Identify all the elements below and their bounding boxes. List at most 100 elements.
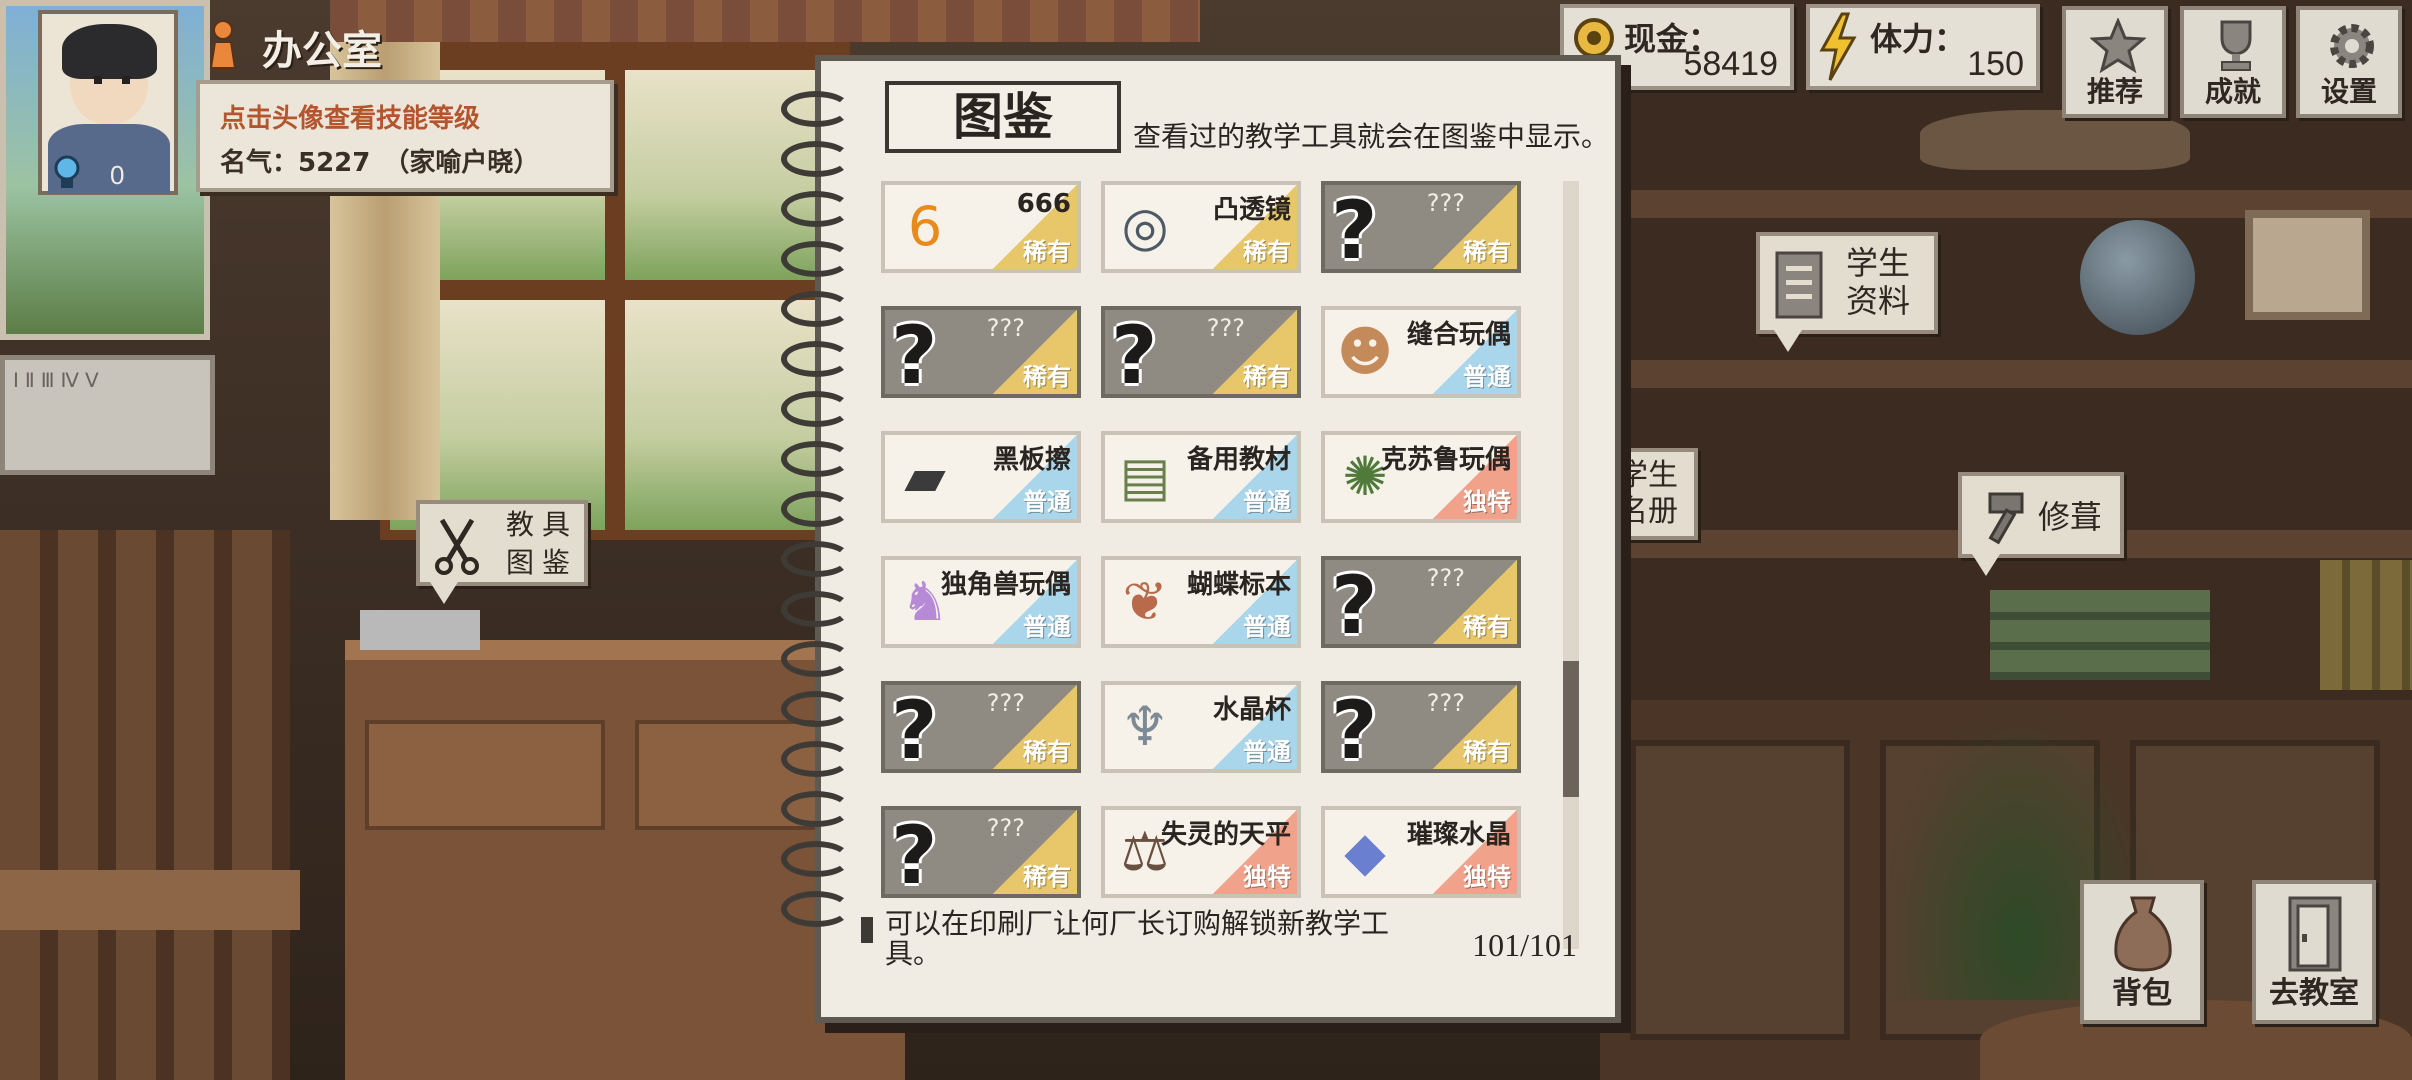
catalog-item-name: 缝合玩偶 <box>1406 320 1511 350</box>
spiral-ring <box>781 191 851 227</box>
repair-label: 修葺 <box>2038 498 2103 536</box>
catalog-item[interactable]: ♆ 水晶杯 普通 <box>1101 681 1301 773</box>
student-info-label: 学生 资料 <box>1846 244 1911 320</box>
fame-text: 名气：5227 （家喻户晓） <box>220 148 540 178</box>
catalog-item[interactable]: ???? 稀有 <box>1321 556 1521 652</box>
catalog-scroll-thumb[interactable] <box>1563 661 1579 797</box>
catalog-item-name: 失灵的天平 <box>1160 820 1291 850</box>
catalog-item[interactable]: ▰ 黑板擦 普通 <box>881 431 1081 523</box>
student-info-bubble[interactable]: 学生 资料 <box>1756 232 1938 334</box>
lens-icon: ◎ <box>1121 195 1169 258</box>
catalog-item[interactable]: ???? 稀有 <box>881 806 1081 902</box>
catalog-item-rarity: 普通 <box>1243 738 1291 766</box>
question-icon: ? <box>891 809 938 902</box>
catalog-item[interactable]: ☻ 缝合玩偶 普通 <box>1321 306 1521 398</box>
crystal-icon: ◆ <box>1344 820 1386 883</box>
backpack-button[interactable]: 背包 <box>2080 880 2204 1024</box>
catalog-item-name: ??? <box>1426 189 1465 217</box>
goblet-icon: ♆ <box>1120 695 1170 758</box>
catalog-item[interactable]: ⚖ 失灵的天平 独特 <box>1101 806 1301 898</box>
catalog-item-rarity: 独特 <box>1463 488 1511 516</box>
catalog-subtitle: 查看过的教学工具就会在图鉴中显示。 <box>1133 120 1610 153</box>
go-classroom-label: 去教室 <box>2269 976 2359 1011</box>
catalog-item[interactable]: ▤ 备用教材 普通 <box>1101 431 1301 523</box>
spiral-ring <box>781 341 851 377</box>
catalog-count: 101/101 <box>1472 927 1577 963</box>
catalog-item-name: 备用教材 <box>1186 445 1291 475</box>
catalog-item-name: ??? <box>1426 689 1465 717</box>
tool-catalog-label-1: 教具 <box>506 508 579 541</box>
catalog-notebook: 图鉴 查看过的教学工具就会在图鉴中显示。 6 666 稀有 ◎ 凸透镜 稀有???? 稀有?… <box>781 55 1621 1023</box>
trophy-icon <box>2220 20 2252 71</box>
catalog-item-rarity: 稀有 <box>1023 738 1071 766</box>
eraser-icon: ▰ <box>904 445 946 508</box>
catalog-item-rarity: 普通 <box>1243 488 1291 516</box>
catalog-item-name: ??? <box>1426 564 1465 592</box>
catalog-item[interactable]: 6 666 稀有 <box>881 181 1081 273</box>
catalog-item[interactable]: ◆ 璀璨水晶 独特 <box>1321 806 1521 898</box>
catalog-item[interactable]: ???? 稀有 <box>1321 681 1521 777</box>
catalog-item[interactable]: ???? 稀有 <box>881 306 1081 402</box>
stamina-value: 150 <box>1967 45 2024 83</box>
stamina-label: 体力： <box>1870 20 1967 58</box>
catalog-title: 图鉴 <box>885 81 1121 153</box>
catalog-item[interactable]: ???? 稀有 <box>1321 181 1521 277</box>
avatar-hint: 点击头像查看技能等级 <box>220 104 481 134</box>
catalog-item[interactable]: ???? 稀有 <box>881 681 1081 777</box>
spiral-ring <box>781 141 851 177</box>
catalog-item[interactable]: ◎ 凸透镜 稀有 <box>1101 181 1301 273</box>
catalog-item-name: ??? <box>1206 314 1245 342</box>
hammer-icon <box>1988 492 2024 545</box>
achievements-button[interactable]: 成就 <box>2180 6 2286 118</box>
catalog-item[interactable]: ♞ 独角兽玩偶 普通 <box>881 556 1081 648</box>
question-icon: ? <box>891 309 938 402</box>
recommend-button[interactable]: 推荐 <box>2062 6 2168 118</box>
spiral-ring <box>781 741 851 777</box>
tool-catalog-bubble[interactable]: 教具 图鉴 <box>416 500 588 586</box>
catalog-item[interactable]: ???? 稀有 <box>1101 306 1301 402</box>
go-classroom-button[interactable]: 去教室 <box>2252 880 2376 1024</box>
catalog-item-rarity: 稀有 <box>1463 613 1511 641</box>
photo-frame <box>2245 210 2370 320</box>
doll-icon: ☻ <box>1336 320 1394 383</box>
catalog-item[interactable]: ✺ 克苏鲁玩偶 独特 <box>1321 431 1521 523</box>
person-pin-icon <box>209 20 237 69</box>
pen-icon <box>861 917 873 943</box>
catalog-item-name: 蝴蝶标本 <box>1186 570 1291 600</box>
cash-value: 58419 <box>1683 45 1778 83</box>
question-icon: ? <box>1111 309 1158 402</box>
spiral-ring <box>781 641 851 677</box>
backpack-label: 背包 <box>2112 976 2172 1011</box>
recommend-label: 推荐 <box>2086 75 2143 108</box>
bubble-tail <box>1774 330 1802 352</box>
catalog-item-rarity: 独特 <box>1243 863 1291 891</box>
question-icon: ? <box>1331 184 1378 277</box>
lightbulb-icon <box>54 155 80 188</box>
books <box>2320 560 2412 690</box>
catalog-item[interactable]: ❦ 蝴蝶标本 普通 <box>1101 556 1301 648</box>
shelf-board <box>1600 360 2412 388</box>
spiral-ring <box>781 491 851 527</box>
catalog-item-name: ??? <box>986 314 1025 342</box>
spiral-ring <box>781 391 851 427</box>
globe <box>2080 220 2195 335</box>
catalog-item-rarity: 普通 <box>1023 488 1071 516</box>
catalog-item-name: 独角兽玩偶 <box>940 570 1071 600</box>
catalog-item-rarity: 稀有 <box>1023 238 1071 266</box>
catalog-item-rarity: 稀有 <box>1023 363 1071 391</box>
settings-button[interactable]: 设置 <box>2296 6 2402 118</box>
roster-label: 学生 名册 <box>1618 458 1678 529</box>
catalog-item-name: 克苏鲁玩偶 <box>1380 445 1511 475</box>
catalog-item-rarity: 稀有 <box>1243 238 1291 266</box>
spiral-ring <box>781 691 851 727</box>
catalog-item-rarity: 稀有 <box>1463 238 1511 266</box>
settings-label: 设置 <box>2320 75 2377 108</box>
repair-bubble[interactable]: 修葺 <box>1958 472 2124 558</box>
catalog-grid[interactable]: 6 666 稀有 ◎ 凸透镜 稀有???? 稀有???? 稀有???? 稀有 ☻ 缝合玩偶 普通 ▰ 黑板… <box>881 181 1531 949</box>
question-icon: ? <box>891 684 938 777</box>
catalog-item-name: ??? <box>986 814 1025 842</box>
spiral-ring <box>781 541 851 577</box>
catalog-scrollbar[interactable] <box>1563 181 1579 949</box>
chair-seat <box>0 870 300 930</box>
player-info-card[interactable]: 点击头像查看技能等级 名气：5227 （家喻户晓） <box>196 80 614 192</box>
